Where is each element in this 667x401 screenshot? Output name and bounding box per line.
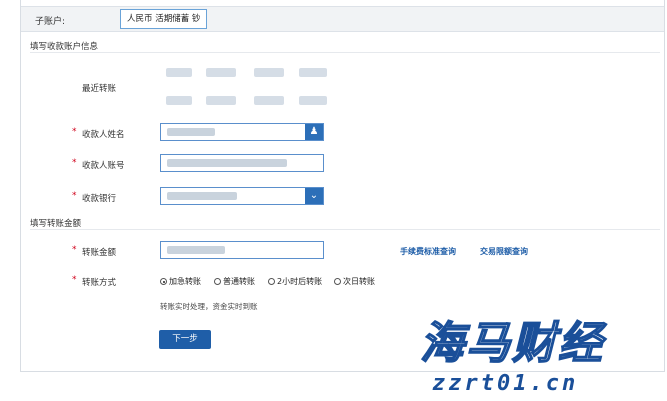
method-radio-normal[interactable]: 普通转账 xyxy=(214,276,255,287)
sub-account-select[interactable]: 人民币 活期储蓄 钞 xyxy=(120,9,208,29)
fee-standard-link[interactable]: 手续费标准查询 xyxy=(400,246,456,257)
chevron-down-icon[interactable]: ⌄ xyxy=(305,188,323,204)
section-divider xyxy=(30,229,660,230)
radio-dot xyxy=(334,278,341,285)
transfer-method-label: 转账方式 xyxy=(82,278,117,288)
recent-transfer-item[interactable] xyxy=(299,68,327,77)
amount-input[interactable] xyxy=(160,241,324,259)
radio-label: 次日转账 xyxy=(343,277,375,286)
payee-account-label: 收款人账号 xyxy=(82,161,125,171)
user-icon[interactable]: ♟ xyxy=(305,124,323,140)
recent-transfer-item[interactable] xyxy=(299,96,327,105)
payee-name-input[interactable]: ♟ xyxy=(160,123,324,141)
amount-section-title: 填写转账金额 xyxy=(30,219,82,229)
required-mark: * xyxy=(72,245,77,255)
watermark-brand: 海马财经 xyxy=(419,317,604,370)
radio-label: 普通转账 xyxy=(223,277,255,286)
recent-transfer-item[interactable] xyxy=(166,96,192,105)
section-divider xyxy=(30,52,660,53)
radio-dot xyxy=(160,278,167,285)
payee-name-label: 收款人姓名 xyxy=(82,130,125,140)
payee-account-input[interactable] xyxy=(160,154,324,172)
masked-value xyxy=(167,158,287,167)
method-radio-nextday[interactable]: 次日转账 xyxy=(334,276,375,287)
radio-label: 加急转账 xyxy=(169,277,201,286)
watermark-url: zzrt01.cn xyxy=(432,371,579,396)
recent-transfer-item[interactable] xyxy=(206,96,236,105)
payee-section-title: 填写收款账户信息 xyxy=(30,42,99,52)
masked-value xyxy=(167,191,237,200)
recent-transfer-item[interactable] xyxy=(254,96,284,105)
recent-transfer-item[interactable] xyxy=(254,68,284,77)
required-mark: * xyxy=(72,275,77,285)
required-mark: * xyxy=(72,191,77,201)
masked-value xyxy=(167,127,215,136)
amount-label: 转账金额 xyxy=(82,248,117,258)
masked-value xyxy=(167,245,225,254)
method-radio-2h[interactable]: 2小时后转账 xyxy=(268,276,322,287)
radio-label: 2小时后转账 xyxy=(277,277,323,286)
payee-bank-select[interactable]: ⌄ xyxy=(160,187,324,205)
method-radio-urgent[interactable]: 加急转账 xyxy=(160,276,201,287)
recent-transfers-label: 最近转账 xyxy=(82,84,117,94)
recent-transfer-item[interactable] xyxy=(166,68,192,77)
sub-account-bar: 子账户: 人民币 活期储蓄 钞 xyxy=(21,6,664,32)
radio-dot xyxy=(268,278,275,285)
radio-dot xyxy=(214,278,221,285)
required-mark: * xyxy=(72,127,77,137)
next-button[interactable]: 下一步 xyxy=(159,330,211,349)
recent-transfer-item[interactable] xyxy=(206,68,236,77)
transaction-limit-link[interactable]: 交易限额查询 xyxy=(480,246,528,257)
sub-account-label: 子账户: xyxy=(35,17,66,27)
method-note: 转账实时处理，资金实时到账 xyxy=(160,302,258,311)
payee-bank-label: 收款银行 xyxy=(82,194,117,204)
required-mark: * xyxy=(72,158,77,168)
